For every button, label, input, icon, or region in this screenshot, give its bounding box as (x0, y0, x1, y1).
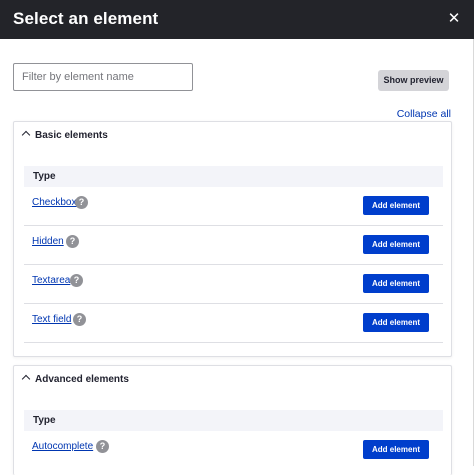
chevron-up-icon (21, 130, 31, 140)
element-link-textarea[interactable]: Textarea (32, 275, 70, 286)
chevron-up-icon (21, 374, 31, 384)
help-icon[interactable]: ? (96, 440, 109, 453)
dialog-content: Show preview Collapse all Basic elements… (0, 39, 474, 475)
add-element-button[interactable]: Add element (363, 440, 429, 459)
collapse-all-link[interactable]: Collapse all (397, 108, 451, 120)
show-preview-button[interactable]: Show preview (378, 70, 449, 91)
element-link-checkbox[interactable]: Checkbox (32, 197, 76, 208)
table-header: Type (24, 410, 443, 431)
section-title: Advanced elements (35, 374, 129, 385)
table-row: Text field ? Add element (24, 304, 443, 343)
element-link-autocomplete[interactable]: Autocomplete (32, 441, 93, 452)
section-basic-elements: Basic elements Type Checkbox ? Add eleme… (13, 121, 452, 357)
section-toggle-advanced-elements[interactable]: Advanced elements (14, 366, 451, 394)
section-title: Basic elements (35, 130, 108, 141)
close-icon[interactable]: ✕ (444, 9, 464, 29)
table-row: Autocomplete ? Add element (24, 431, 443, 470)
help-icon[interactable]: ? (66, 235, 79, 248)
help-icon[interactable]: ? (73, 313, 86, 326)
help-icon[interactable]: ? (70, 274, 83, 287)
table-header: Type (24, 166, 443, 187)
help-icon[interactable]: ? (75, 196, 88, 209)
table-row: Checkbox ? Add element (24, 187, 443, 226)
table-row: Textarea ? Add element (24, 265, 443, 304)
section-toggle-basic-elements[interactable]: Basic elements (14, 122, 451, 150)
dialog-titlebar: Select an element ✕ (0, 0, 474, 39)
section-advanced-elements: Advanced elements Type Autocomplete ? Ad… (13, 365, 452, 475)
add-element-button[interactable]: Add element (363, 274, 429, 293)
element-link-text-field[interactable]: Text field (32, 314, 71, 325)
dialog-title: Select an element (13, 9, 159, 28)
element-link-hidden[interactable]: Hidden (32, 236, 64, 247)
add-element-button[interactable]: Add element (363, 313, 429, 332)
table-row: Hidden ? Add element (24, 226, 443, 265)
add-element-button[interactable]: Add element (363, 235, 429, 254)
add-element-button[interactable]: Add element (363, 196, 429, 215)
column-header-type: Type (33, 415, 56, 426)
column-header-type: Type (33, 171, 56, 182)
filter-input[interactable] (13, 63, 193, 91)
